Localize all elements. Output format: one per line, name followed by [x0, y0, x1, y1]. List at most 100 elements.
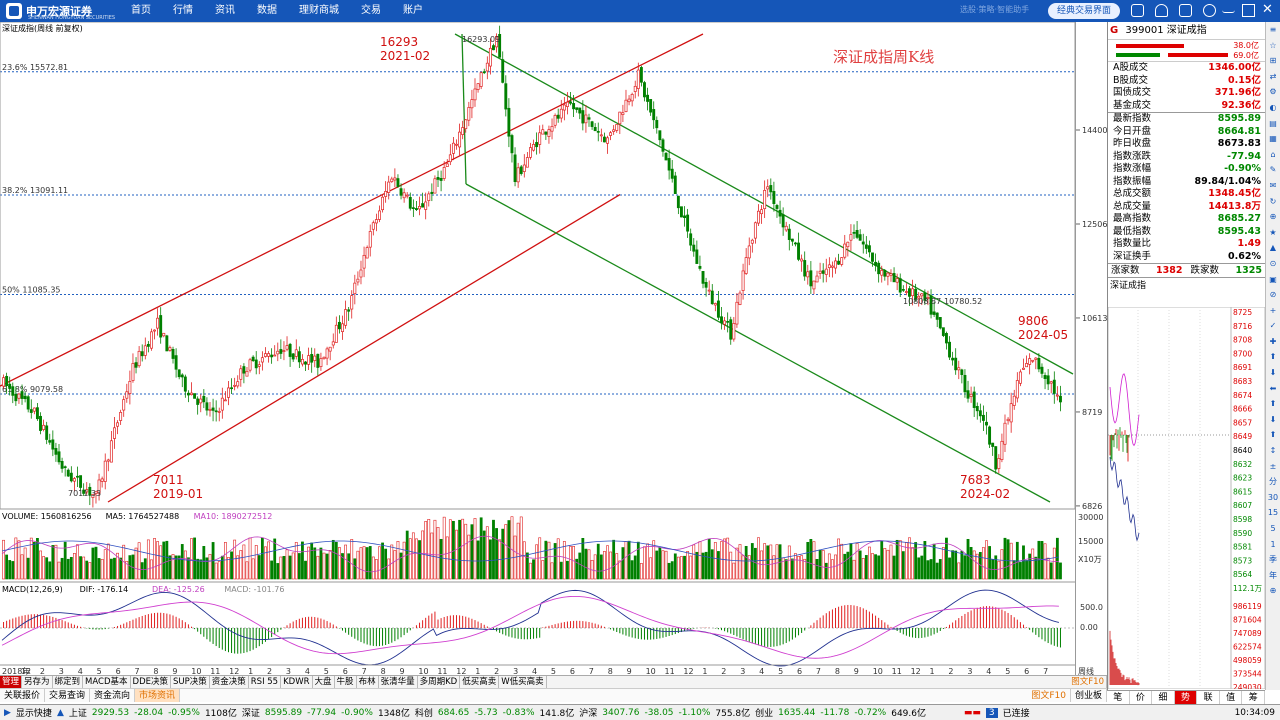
- chart-area[interactable]: 23.6% 15572.81 38.2% 13091.11 50% 11085.35…: [0, 22, 1075, 677]
- toolbar-icon[interactable]: 15: [1266, 505, 1280, 521]
- toolbar-icon[interactable]: ⬇: [1266, 365, 1280, 381]
- toolbar-icon[interactable]: ☆: [1266, 38, 1280, 54]
- minimize-icon[interactable]: [1222, 4, 1235, 13]
- toolbar-icon[interactable]: ▲: [1266, 240, 1280, 256]
- info-tab[interactable]: 市场资讯: [135, 689, 181, 702]
- toolbar-icon[interactable]: ±: [1266, 459, 1280, 475]
- toolbar-icon[interactable]: ⊕: [1266, 583, 1280, 599]
- panel-tab[interactable]: 筹: [1242, 691, 1266, 704]
- toolbar-icon[interactable]: ▤: [1266, 116, 1280, 132]
- top-link[interactable]: 选股·策略·智能助手: [960, 4, 1029, 15]
- indicator-tab[interactable]: RSI 55: [249, 676, 282, 688]
- indicator-tab[interactable]: 绑定到: [53, 676, 84, 688]
- volume-bar: [673, 553, 677, 580]
- close-icon[interactable]: ✕: [1262, 2, 1273, 17]
- toolbar-icon[interactable]: ✎: [1266, 162, 1280, 178]
- toolbar-icon[interactable]: ⌂: [1266, 147, 1280, 163]
- indicator-tab[interactable]: 另存为: [22, 676, 53, 688]
- mini-tick: 8666: [1233, 405, 1252, 414]
- info-tab[interactable]: 交易查询: [45, 689, 91, 702]
- toolbar-icon[interactable]: ↕: [1266, 443, 1280, 459]
- indicator-tab[interactable]: 大盘: [313, 676, 335, 688]
- indicator-tab[interactable]: DDE决策: [131, 676, 171, 688]
- nav-trade[interactable]: 交易: [350, 0, 392, 22]
- toolbar-icon[interactable]: 30: [1266, 490, 1280, 506]
- indicator-tab[interactable]: W低买高卖: [499, 676, 547, 688]
- candle-body: [824, 268, 828, 275]
- panel-tab[interactable]: 联: [1197, 691, 1220, 704]
- candle-body: [781, 214, 785, 228]
- indicator-tab[interactable]: 张清华量: [379, 676, 418, 688]
- toolbar-icon[interactable]: ⚙: [1266, 84, 1280, 100]
- info-right-tab[interactable]: 图文F10: [1027, 689, 1071, 702]
- toolbar-icon[interactable]: ▦: [1266, 131, 1280, 147]
- toolbar-icon[interactable]: ⊞: [1266, 53, 1280, 69]
- classic-trade-button[interactable]: 经典交易界面: [1048, 3, 1120, 19]
- nav-market[interactable]: 行情: [162, 0, 204, 22]
- info-right-tab[interactable]: 创业板: [1071, 689, 1107, 702]
- stat-label: 最新指数: [1113, 113, 1152, 124]
- quick-display[interactable]: 显示快捷: [16, 706, 52, 719]
- toolbar-icon[interactable]: ⬆: [1266, 427, 1280, 443]
- volume-bar: [140, 562, 144, 580]
- nav-account[interactable]: 账户: [392, 0, 434, 22]
- toolbar-icon[interactable]: +: [1266, 303, 1280, 319]
- candle-body: [794, 242, 797, 245]
- toolbar-icon[interactable]: ▣: [1266, 272, 1280, 288]
- toolbar-icon[interactable]: 分: [1266, 474, 1280, 490]
- toolbar-icon[interactable]: ⊙: [1266, 256, 1280, 272]
- indicator-tab[interactable]: MACD基本: [83, 676, 131, 688]
- panel-tab[interactable]: 势: [1174, 691, 1198, 704]
- alert-icon[interactable]: ▬▬: [964, 708, 981, 718]
- info-tab[interactable]: 资金流向: [90, 689, 136, 702]
- panel-tab[interactable]: 值: [1220, 691, 1243, 704]
- toolbar-icon[interactable]: 5: [1266, 521, 1280, 537]
- toolbar-icon[interactable]: ★: [1266, 225, 1280, 241]
- toolbar-icon[interactable]: ◐: [1266, 100, 1280, 116]
- nav-news[interactable]: 资讯: [204, 0, 246, 22]
- headset-icon[interactable]: [1155, 4, 1168, 17]
- toolbar-icon[interactable]: ⬇: [1266, 412, 1280, 428]
- kline-chart[interactable]: 23.6% 15572.81 38.2% 13091.11 50% 11085.35…: [0, 22, 1075, 677]
- toolbar-icon[interactable]: ⊕: [1266, 209, 1280, 225]
- speaker-icon[interactable]: ▶: [4, 708, 11, 718]
- nav-data[interactable]: 数据: [246, 0, 288, 22]
- indicator-tab[interactable]: SUP决策: [171, 676, 210, 688]
- toolbar-icon[interactable]: 季: [1266, 552, 1280, 568]
- indicator-tab[interactable]: 布林: [357, 676, 379, 688]
- f10-link[interactable]: 图文F10: [1069, 676, 1107, 688]
- candle-body: [341, 323, 344, 332]
- panel-tab[interactable]: 笔: [1107, 691, 1130, 704]
- indicator-tab[interactable]: 低买高卖: [460, 676, 500, 688]
- panel-tab[interactable]: 价: [1130, 691, 1153, 704]
- intraday-mini-chart[interactable]: 8725 8716 8708 8700 8691 8683 8674 8666 8657 8649…: [1108, 307, 1265, 689]
- indicator-tab[interactable]: 资金决策: [210, 676, 249, 688]
- indicator-tab[interactable]: KDWR: [281, 676, 313, 688]
- restore-icon[interactable]: [1242, 4, 1255, 17]
- toolbar-icon[interactable]: 年: [1266, 568, 1280, 584]
- nav-wealth-mall[interactable]: 理财商城: [288, 0, 350, 22]
- toolbar-icon[interactable]: ↻: [1266, 194, 1280, 210]
- toolbar-icon[interactable]: ⊘: [1266, 287, 1280, 303]
- indicator-tab[interactable]: 牛股: [335, 676, 357, 688]
- volume-bar: [643, 546, 646, 580]
- volume-bar: [365, 547, 369, 580]
- toolbar-icon[interactable]: 1: [1266, 537, 1280, 553]
- toolbar-icon[interactable]: ⬆: [1266, 349, 1280, 365]
- document-icon[interactable]: [1131, 4, 1144, 17]
- indicator-tab[interactable]: 管理: [0, 676, 23, 688]
- toolbar-icon[interactable]: ✉: [1266, 178, 1280, 194]
- toolbar-icon[interactable]: ⬅: [1266, 381, 1280, 397]
- info-tab[interactable]: 关联报价: [0, 689, 46, 702]
- nav-home[interactable]: 首页: [120, 0, 162, 22]
- toolbar-icon[interactable]: ⇄: [1266, 69, 1280, 85]
- toolbar-icon[interactable]: ✓: [1266, 318, 1280, 334]
- toolbar-icon[interactable]: ✚: [1266, 334, 1280, 350]
- settings-icon[interactable]: [1203, 4, 1216, 17]
- candle-body: [679, 206, 683, 218]
- toolbar-icon[interactable]: ≡: [1266, 22, 1280, 38]
- indicator-tab[interactable]: 多周期KD: [418, 676, 461, 688]
- mail-icon[interactable]: [1179, 4, 1192, 17]
- toolbar-icon[interactable]: ⬆: [1266, 396, 1280, 412]
- panel-tab[interactable]: 细: [1152, 691, 1175, 704]
